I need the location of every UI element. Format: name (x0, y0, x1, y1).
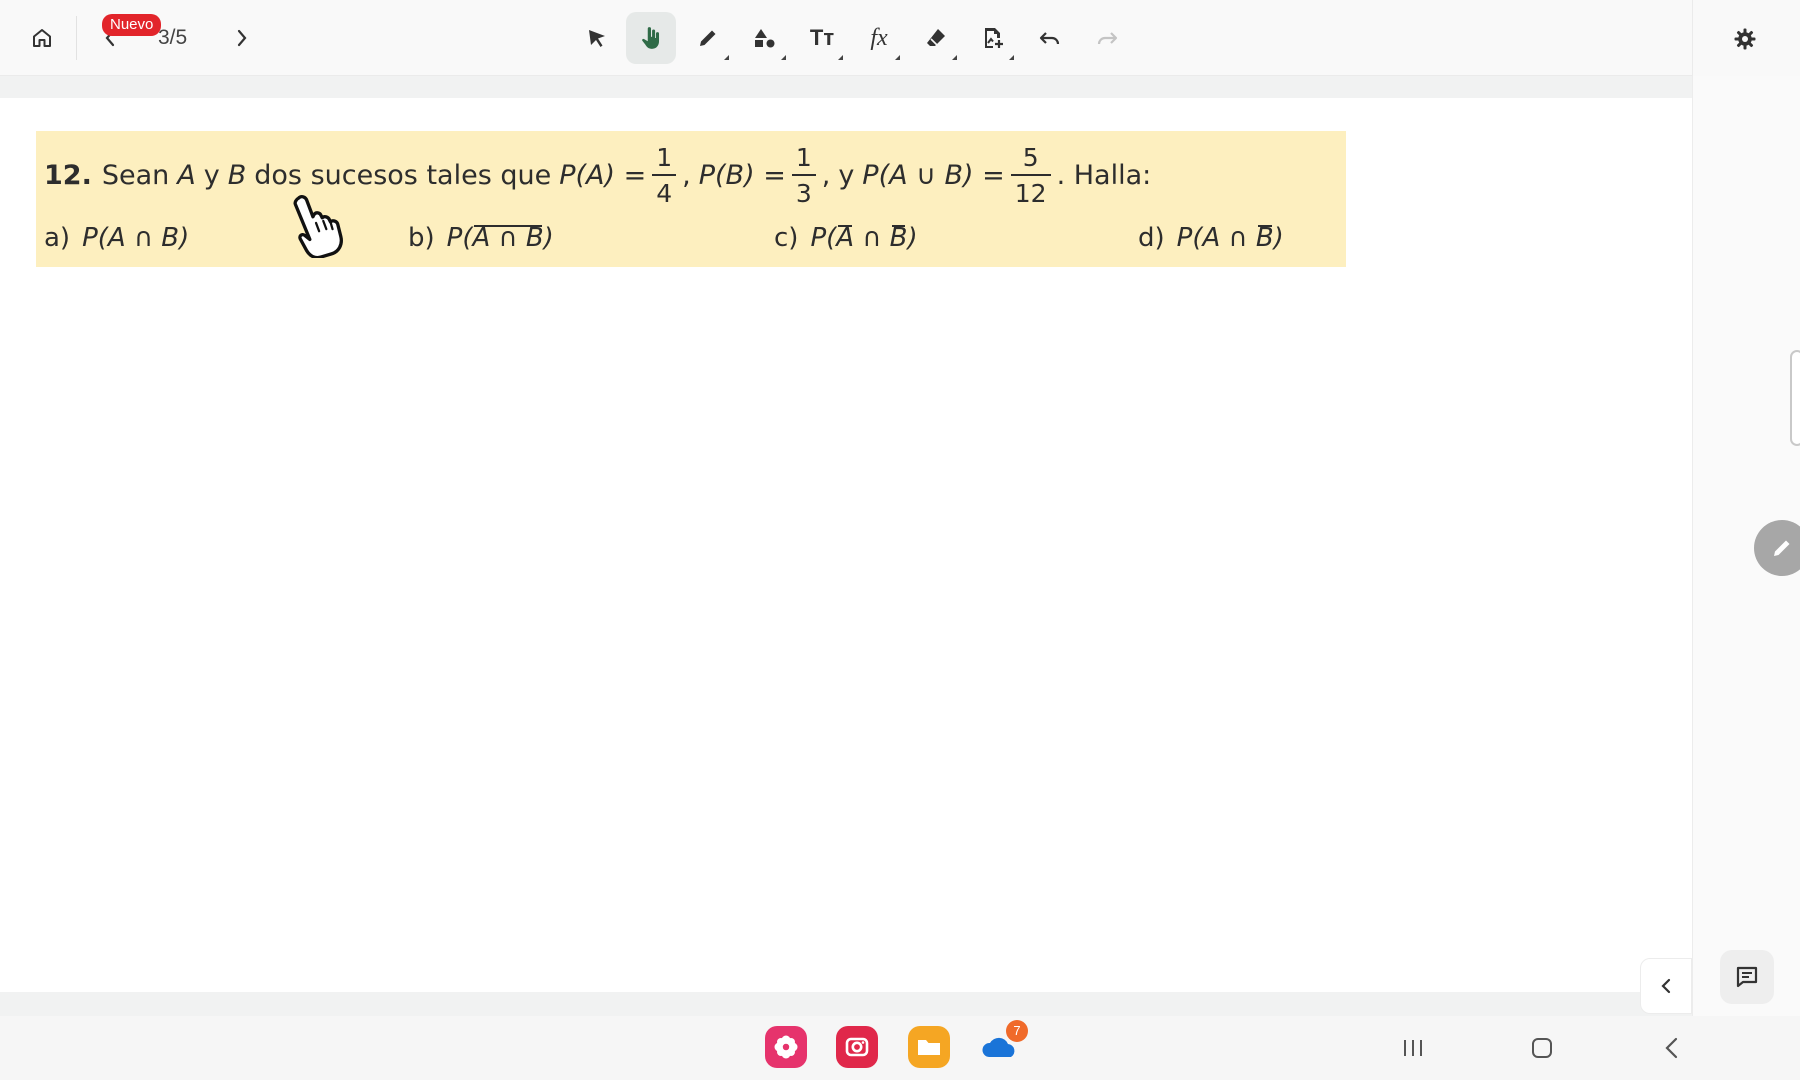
word-sean: Sean (101, 159, 170, 191)
settings-gear-icon (1734, 28, 1756, 50)
part-label: b) (408, 223, 435, 253)
folder-icon (918, 1040, 940, 1055)
new-badge: Nuevo (102, 14, 162, 36)
canvas-bottom-margin (0, 992, 1692, 1016)
tool-options-indicator (895, 55, 900, 60)
fraction-denominator: 12 (1010, 173, 1051, 206)
expr-pa: P(A) = (559, 159, 647, 191)
eraser-tool[interactable] (911, 12, 961, 64)
fraction-numerator: 5 (1022, 142, 1039, 172)
expr-punion: P(A ∪ B) = (862, 159, 1005, 191)
part-expression: P(A ∩ B) (1176, 223, 1284, 253)
problem-statement: 12. Sean A y B dos sucesos tales que P(A… (44, 142, 1152, 208)
part-b: b) P(A ∩ B) (408, 223, 554, 253)
eraser-icon (927, 29, 945, 46)
camera-icon (845, 1037, 869, 1057)
tool-options-indicator (838, 55, 843, 60)
hand-tool[interactable] (626, 12, 676, 64)
toolbar-divider (76, 16, 77, 60)
pen-tool[interactable] (683, 12, 733, 64)
fraction-numerator: 1 (656, 142, 673, 172)
tool-options-indicator (1009, 55, 1014, 60)
part-expression: P(A ∩ B) (82, 223, 190, 253)
back-nav-button[interactable] (1652, 1030, 1692, 1066)
comments-button[interactable] (1720, 950, 1774, 1004)
chevron-left-icon (1661, 978, 1671, 994)
part-expression: P(A ∩ B) (446, 223, 554, 253)
fraction-denominator: 3 (791, 173, 816, 206)
fraction-pb: 13 (791, 142, 816, 206)
next-page-button[interactable] (230, 24, 254, 52)
tool-options-indicator (952, 55, 957, 60)
fraction-pa: 14 (652, 142, 677, 206)
part-expression: P(A ∩ B) (810, 223, 918, 253)
home-button[interactable] (26, 22, 58, 54)
shapes-icon (755, 29, 775, 48)
collapse-panel-button[interactable] (1640, 958, 1692, 1014)
home-icon (33, 29, 51, 47)
undo-button[interactable] (1025, 12, 1075, 64)
notification-badge: 7 (1006, 1020, 1028, 1042)
redo-button[interactable] (1082, 12, 1132, 64)
side-panel-handle[interactable] (1790, 350, 1800, 446)
add-image-icon (985, 28, 1003, 48)
shapes-tool[interactable] (740, 12, 790, 64)
select-tool[interactable] (572, 12, 622, 64)
undo-icon (1039, 32, 1060, 45)
dock-app-camera[interactable] (836, 1026, 878, 1068)
hand-cursor-icon (293, 195, 343, 258)
part-label: c) (774, 223, 799, 253)
fraction-numerator: 1 (795, 142, 812, 172)
part-a: a) P(A ∩ B) (44, 223, 189, 253)
formula-tool[interactable]: fx (854, 12, 904, 64)
home-nav-button[interactable] (1522, 1030, 1562, 1066)
words-dos-sucesos: dos sucesos tales que (254, 159, 552, 191)
canvas-top-margin (0, 76, 1692, 98)
chevron-right-icon (237, 29, 247, 47)
home-square-icon (1532, 1038, 1552, 1058)
problem-card: 12. Sean A y B dos sucesos tales que P(A… (36, 131, 1346, 267)
add-image-tool[interactable] (968, 12, 1018, 64)
problem-number: 12. (44, 159, 92, 191)
pencil-icon (1774, 540, 1790, 556)
fraction-denominator: 4 (652, 173, 677, 206)
part-c: c) P(A ∩ B) (774, 223, 918, 253)
expr-pb: P(B) = (698, 159, 786, 191)
formula-icon: fx (870, 24, 888, 51)
word-y-2: y (838, 159, 855, 191)
pen-icon (700, 30, 716, 46)
recents-icon (1404, 1040, 1422, 1056)
select-arrow-icon (589, 30, 605, 47)
hand-icon (642, 27, 660, 49)
settings-button[interactable] (1728, 22, 1762, 56)
fraction-punion: 5 12 (1010, 142, 1051, 206)
text-icon: Tт (809, 25, 835, 50)
redo-icon (1097, 32, 1118, 45)
page-counter: 3/5 (158, 26, 188, 49)
comment-icon (1736, 966, 1758, 988)
part-label: a) (44, 223, 71, 253)
word-y: y (203, 159, 220, 191)
back-icon (1665, 1037, 1678, 1059)
text-tool[interactable]: Tт (797, 12, 847, 64)
recents-button[interactable] (1393, 1030, 1433, 1066)
tool-options-indicator (781, 55, 786, 60)
part-label: d) (1138, 223, 1165, 253)
word-halla: . Halla: (1056, 159, 1152, 191)
dock-app-files[interactable] (908, 1026, 950, 1068)
tool-options-indicator (724, 55, 729, 60)
part-d: d) P(A ∩ B) (1138, 223, 1284, 253)
dock-app-bixby[interactable] (765, 1026, 807, 1068)
flower-icon (774, 1035, 798, 1059)
